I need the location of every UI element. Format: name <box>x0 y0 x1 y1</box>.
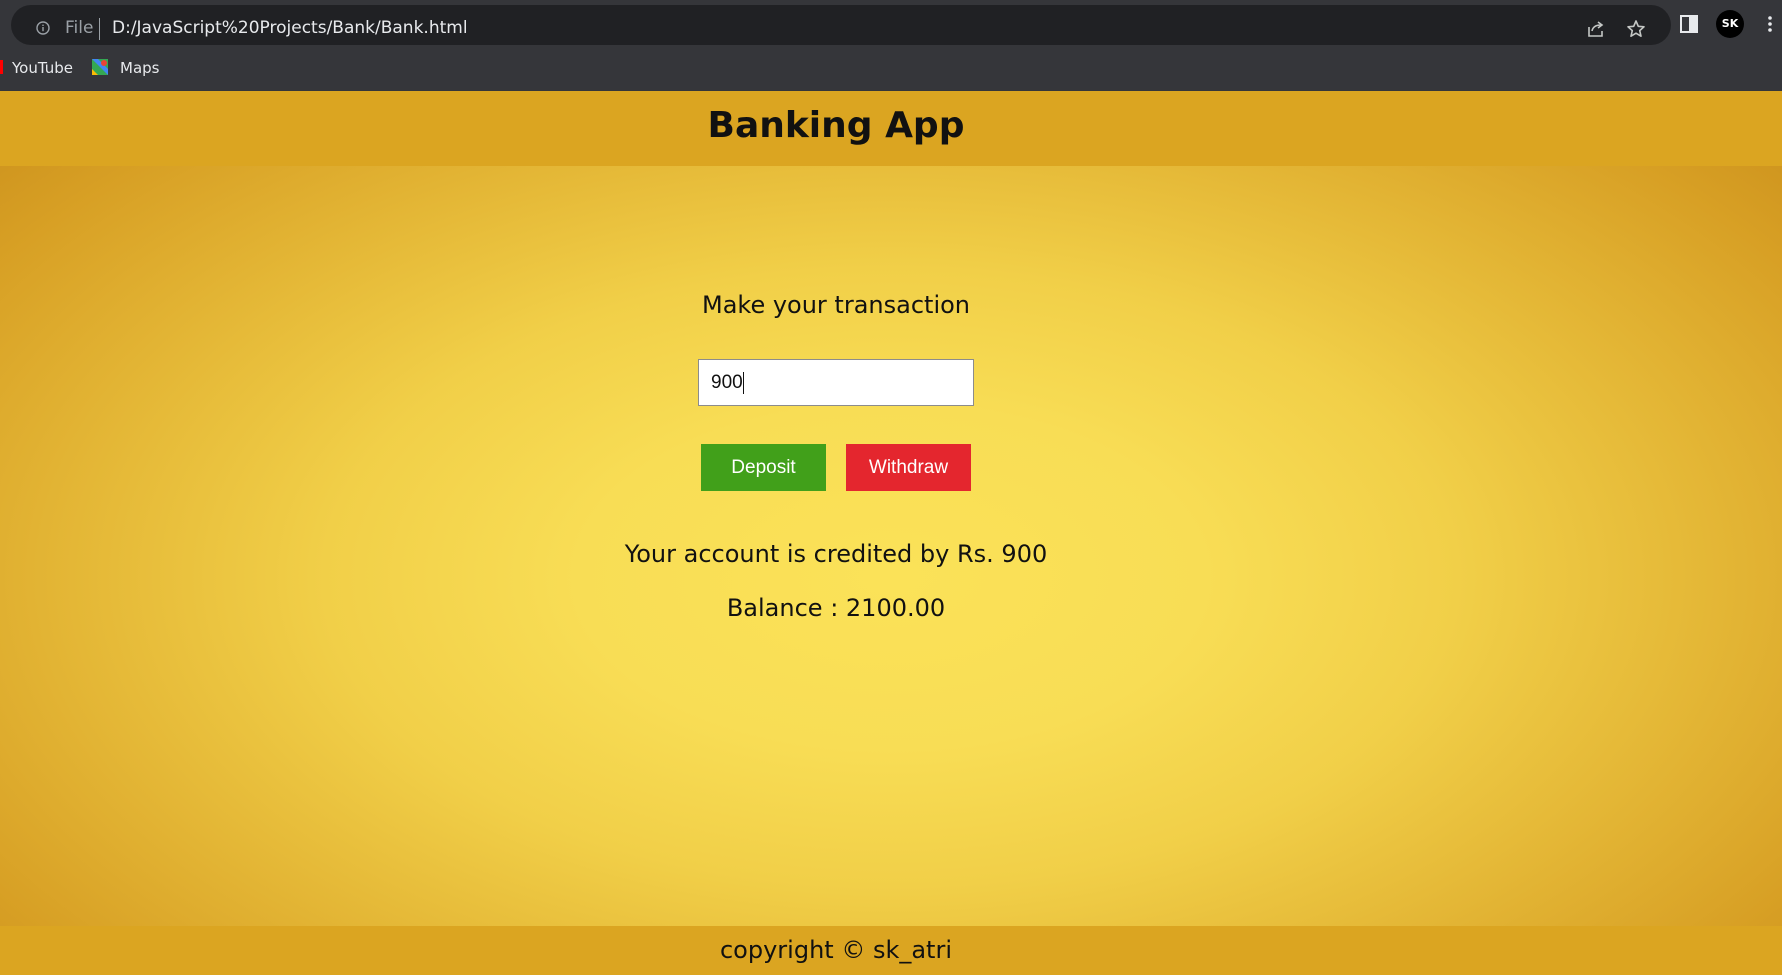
side-panel-icon[interactable] <box>1678 13 1700 35</box>
deposit-button[interactable]: Deposit <box>701 444 826 491</box>
profile-initials: SK <box>1721 17 1739 30</box>
share-icon[interactable] <box>1585 18 1607 40</box>
bookmark-youtube[interactable]: YouTube <box>12 57 73 79</box>
maps-icon <box>92 59 108 75</box>
address-divider <box>99 18 100 40</box>
browser-toolbar: File D:/JavaScript%20Projects/Bank/Bank.… <box>0 0 1782 91</box>
text-cursor <box>743 372 744 394</box>
app-footer: copyright © sk_atri <box>0 926 1782 975</box>
app-header: Banking App <box>0 91 1782 166</box>
withdraw-button[interactable]: Withdraw <box>846 444 971 491</box>
bookmark-star-icon[interactable] <box>1625 18 1647 40</box>
youtube-icon <box>0 60 3 74</box>
copyright-text: copyright © sk_atri <box>719 936 953 964</box>
info-icon[interactable] <box>36 21 50 35</box>
site-info-label[interactable]: File <box>65 18 93 38</box>
transaction-message: Your account is credited by Rs. 900 <box>624 540 1048 568</box>
page-title: Banking App <box>707 105 965 146</box>
url-text[interactable]: D:/JavaScript%20Projects/Bank/Bank.html <box>112 18 468 38</box>
transaction-prompt: Make your transaction <box>701 291 971 319</box>
more-options-icon[interactable] <box>1759 13 1781 35</box>
address-bar[interactable]: File D:/JavaScript%20Projects/Bank/Bank.… <box>11 5 1671 45</box>
balance-display: Balance : 2100.00 <box>726 594 946 622</box>
bookmark-maps[interactable]: Maps <box>120 57 159 79</box>
profile-avatar[interactable]: SK <box>1716 10 1744 38</box>
page-content: Banking App Make your transaction Deposi… <box>0 91 1782 975</box>
amount-input[interactable] <box>698 359 974 406</box>
